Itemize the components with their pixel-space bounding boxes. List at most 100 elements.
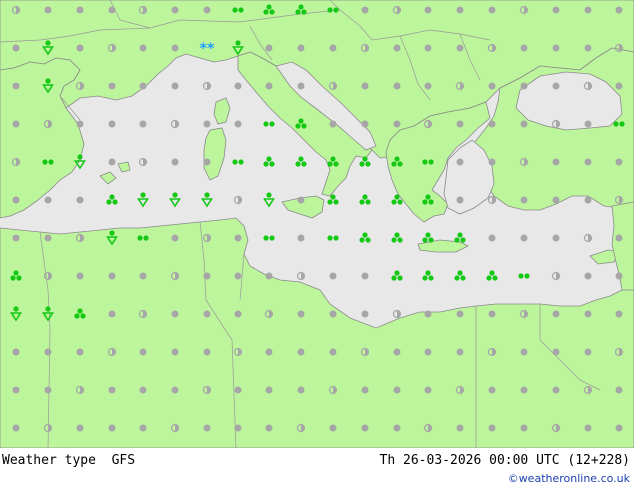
overcast-symbol	[456, 196, 464, 204]
weather-map: **	[0, 0, 634, 448]
overcast-symbol	[203, 158, 211, 166]
overcast-symbol	[265, 348, 273, 356]
overcast-symbol	[393, 44, 401, 52]
model-name: GFS	[111, 453, 136, 468]
overcast-symbol	[424, 6, 432, 14]
overcast-symbol	[552, 348, 560, 356]
overcast-symbol	[520, 386, 528, 394]
overcast-symbol	[12, 82, 20, 90]
overcast-symbol	[584, 120, 592, 128]
overcast-symbol	[552, 386, 560, 394]
overcast-symbol	[203, 272, 211, 280]
overcast-symbol	[393, 120, 401, 128]
overcast-symbol	[44, 6, 52, 14]
overcast-symbol	[552, 44, 560, 52]
overcast-symbol	[424, 386, 432, 394]
overcast-symbol	[108, 6, 116, 14]
overcast-symbol	[234, 120, 242, 128]
overcast-symbol	[552, 158, 560, 166]
overcast-symbol	[297, 234, 305, 242]
overcast-symbol	[520, 82, 528, 90]
overcast-symbol	[456, 44, 464, 52]
overcast-symbol	[108, 120, 116, 128]
overcast-symbol	[361, 6, 369, 14]
overcast-symbol	[584, 158, 592, 166]
overcast-symbol	[139, 82, 147, 90]
overcast-symbol	[456, 158, 464, 166]
overcast-symbol	[393, 348, 401, 356]
overcast-symbol	[139, 44, 147, 52]
overcast-symbol	[615, 272, 623, 280]
overcast-symbol	[552, 310, 560, 318]
overcast-symbol	[108, 82, 116, 90]
overcast-symbol	[584, 44, 592, 52]
overcast-symbol	[488, 424, 496, 432]
overcast-symbol	[584, 6, 592, 14]
overcast-symbol	[108, 272, 116, 280]
overcast-symbol	[456, 348, 464, 356]
overcast-symbol	[424, 310, 432, 318]
overcast-symbol	[361, 82, 369, 90]
overcast-symbol	[520, 234, 528, 242]
overcast-symbol	[488, 234, 496, 242]
overcast-symbol	[329, 348, 337, 356]
overcast-symbol	[393, 82, 401, 90]
overcast-symbol	[456, 424, 464, 432]
overcast-symbol	[520, 424, 528, 432]
overcast-symbol	[265, 386, 273, 394]
overcast-symbol	[424, 44, 432, 52]
overcast-symbol	[520, 196, 528, 204]
overcast-symbol	[584, 424, 592, 432]
credit-link[interactable]: ©weatheronline.co.uk	[508, 472, 630, 485]
overcast-symbol	[456, 120, 464, 128]
overcast-symbol	[12, 196, 20, 204]
overcast-symbol	[139, 272, 147, 280]
overcast-symbol	[297, 44, 305, 52]
overcast-symbol	[615, 234, 623, 242]
overcast-symbol	[297, 82, 305, 90]
overcast-symbol	[297, 310, 305, 318]
overcast-symbol	[329, 44, 337, 52]
overcast-symbol	[44, 196, 52, 204]
overcast-symbol	[584, 196, 592, 204]
overcast-symbol	[488, 158, 496, 166]
overcast-symbol	[615, 424, 623, 432]
overcast-symbol	[265, 424, 273, 432]
overcast-symbol	[76, 424, 84, 432]
overcast-symbol	[297, 348, 305, 356]
overcast-symbol	[12, 386, 20, 394]
product-name: Weather type	[2, 453, 96, 468]
overcast-symbol	[234, 424, 242, 432]
overcast-symbol	[361, 386, 369, 394]
overcast-symbol	[171, 386, 179, 394]
footer-product-label: Weather type GFS	[2, 453, 135, 468]
overcast-symbol	[552, 6, 560, 14]
svg-text:**: **	[200, 41, 215, 57]
overcast-symbol	[615, 82, 623, 90]
overcast-symbol	[234, 386, 242, 394]
overcast-symbol	[171, 234, 179, 242]
overcast-symbol	[297, 386, 305, 394]
overcast-symbol	[615, 158, 623, 166]
snow-symbol: **	[200, 41, 215, 57]
overcast-symbol	[171, 44, 179, 52]
overcast-symbol	[234, 234, 242, 242]
footer-datetime: Th 26-03-2026 00:00 UTC (12+228)	[379, 453, 630, 468]
overcast-symbol	[329, 424, 337, 432]
overcast-symbol	[456, 310, 464, 318]
overcast-symbol	[552, 234, 560, 242]
overcast-symbol	[393, 386, 401, 394]
overcast-symbol	[456, 6, 464, 14]
overcast-symbol	[361, 272, 369, 280]
overcast-symbol	[12, 120, 20, 128]
overcast-symbol	[12, 424, 20, 432]
overcast-symbol	[108, 158, 116, 166]
overcast-symbol	[297, 196, 305, 204]
overcast-symbol	[203, 310, 211, 318]
overcast-symbol	[424, 82, 432, 90]
overcast-symbol	[203, 120, 211, 128]
overcast-symbol	[171, 6, 179, 14]
overcast-symbol	[234, 272, 242, 280]
overcast-symbol	[108, 386, 116, 394]
overcast-symbol	[488, 6, 496, 14]
